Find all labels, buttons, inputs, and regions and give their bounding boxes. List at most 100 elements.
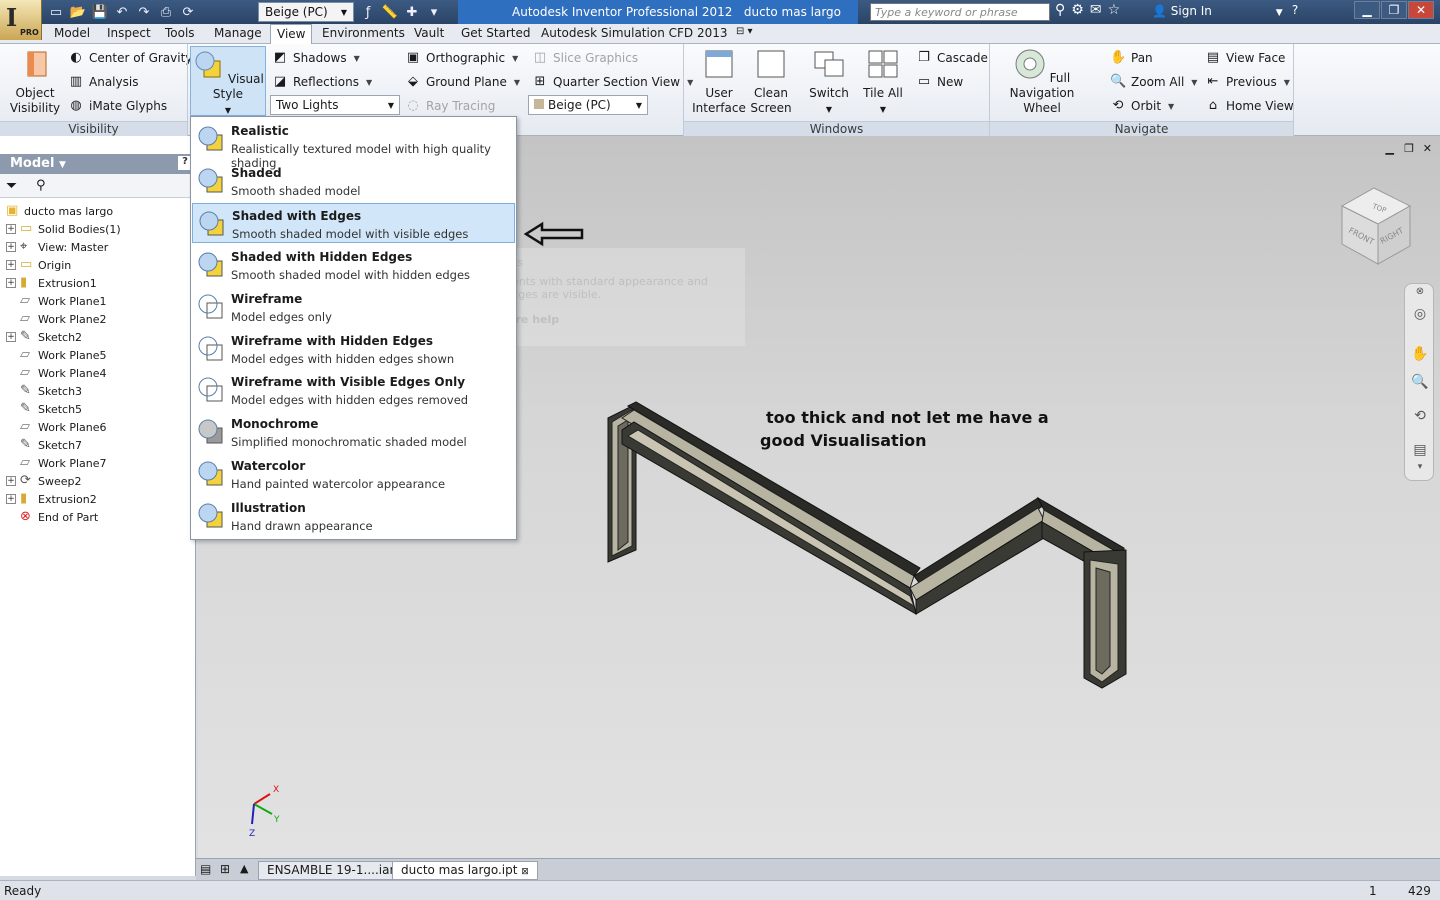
orbit-button[interactable]: ⟲ Orbit ▼ — [1110, 98, 1175, 114]
user-interface-button[interactable]: User Interface — [692, 48, 746, 116]
navbar-customize-icon[interactable]: ▾ — [1410, 462, 1430, 482]
tree-node[interactable]: + ▭ Solid Bodies(1) — [6, 220, 121, 238]
open-icon[interactable]: 📂 — [68, 3, 88, 21]
switch-button[interactable]: Switch ▼ — [806, 48, 852, 117]
tree-node[interactable]: + ▮ Extrusion2 — [6, 490, 97, 508]
ground-plane-button[interactable]: ⬙ Ground Plane ▼ — [405, 74, 520, 90]
cascade-button[interactable]: ❐ Cascade — [916, 50, 988, 66]
tree-node[interactable]: + ⟳ Sweep2 — [6, 472, 82, 490]
view-face-button[interactable]: ▤ View Face — [1205, 50, 1286, 66]
viewport-close-icon[interactable]: ✕ — [1423, 142, 1432, 155]
browser-header[interactable]: Model ▼ ? — [0, 154, 196, 174]
expand-icon[interactable]: + — [6, 278, 16, 288]
analysis-button[interactable]: ▥ Analysis — [68, 74, 139, 90]
visual-style-option[interactable]: Wireframe with Hidden Edges Model edges w… — [192, 329, 515, 369]
visual-style-button[interactable]: Visual Style ▼ — [190, 46, 266, 116]
expand-icon[interactable]: + — [6, 332, 16, 342]
customize-icon[interactable]: ▾ — [424, 3, 444, 21]
filter-icon[interactable]: ⏷ — [6, 178, 17, 194]
home-view-button[interactable]: ⌂ Home View — [1205, 98, 1294, 114]
lighting-style-select[interactable]: Two Lights ▼ — [270, 95, 400, 115]
tab-get-started[interactable]: Get Started — [461, 26, 531, 40]
visual-style-option[interactable]: Watercolor Hand painted watercolor appear… — [192, 454, 515, 494]
add-icon[interactable]: ✚ — [402, 3, 422, 21]
ray-tracing-button[interactable]: ◌ Ray Tracing — [405, 98, 495, 114]
pan-hand-icon[interactable]: ✋ — [1410, 346, 1430, 366]
visual-style-option[interactable]: Realistic Realistically textured model wi… — [192, 119, 515, 170]
tab-vault[interactable]: Vault — [414, 26, 444, 40]
measure-icon[interactable]: 📏 — [380, 3, 400, 21]
tab-environments[interactable]: Environments — [322, 26, 405, 40]
quarter-section-view-button[interactable]: ⊞ Quarter Section View ▼ — [532, 74, 694, 90]
binoculars-icon[interactable]: ⚲ — [36, 178, 46, 193]
tree-node[interactable]: + ⌖ View: Master — [6, 238, 108, 256]
viewport-minimize-icon[interactable]: ▁ — [1386, 142, 1394, 155]
save-icon[interactable]: 💾 — [90, 3, 110, 21]
expand-icon[interactable]: + — [6, 260, 16, 270]
visual-style-option[interactable]: Wireframe with Visible Edges Only Model e… — [192, 370, 515, 410]
clean-screen-button[interactable]: Clean Screen — [748, 48, 794, 116]
center-of-gravity-button[interactable]: ◐ Center of Gravity — [68, 50, 192, 66]
tab-inspect[interactable]: Inspect — [107, 26, 151, 40]
tree-node[interactable]: + ▭ Origin — [6, 256, 71, 274]
tab-view[interactable]: View — [270, 24, 313, 44]
tab-manage[interactable]: Manage — [214, 26, 262, 40]
restore-window-button[interactable]: ❐ — [1381, 1, 1407, 19]
tree-node[interactable]: ▱ Work Plane6 — [6, 418, 107, 436]
look-at-icon[interactable]: ▤ — [1410, 442, 1430, 462]
shadows-button[interactable]: ◩ Shadows ▼ — [272, 50, 360, 66]
tile-all-button[interactable]: Tile All ▼ — [860, 48, 906, 117]
orthographic-button[interactable]: ▣ Orthographic ▼ — [405, 50, 518, 66]
expand-icon[interactable]: + — [6, 224, 16, 234]
binoculars-icon[interactable]: ⚲ — [1055, 2, 1065, 18]
pan-button[interactable]: ✋ Pan — [1110, 50, 1153, 66]
visual-style-option[interactable]: Illustration Hand drawn appearance — [192, 496, 515, 536]
tree-node[interactable]: ✎ Sketch3 — [6, 382, 82, 400]
redo-icon[interactable]: ↷ — [134, 3, 154, 21]
tree-node[interactable]: ▱ Work Plane4 — [6, 364, 107, 382]
undo-icon[interactable]: ↶ — [112, 3, 132, 21]
tree-node[interactable]: ⊗ End of Part — [6, 508, 98, 526]
close-window-button[interactable]: ✕ — [1408, 1, 1434, 19]
reflections-button[interactable]: ◪ Reflections ▼ — [272, 74, 372, 90]
zoom-all-button[interactable]: 🔍 Zoom All ▼ — [1110, 74, 1197, 90]
orbit-icon[interactable]: ⟲ — [1410, 408, 1430, 428]
tree-node[interactable]: ▱ Work Plane1 — [6, 292, 107, 310]
visual-style-option[interactable]: Wireframe Model edges only — [192, 287, 515, 327]
steering-wheel-icon[interactable]: ◎ — [1410, 306, 1430, 326]
zoom-icon[interactable]: 🔍 — [1410, 374, 1430, 394]
full-navigation-wheel-button[interactable]: Full Navigation Wheel — [996, 48, 1088, 116]
tree-node[interactable]: ▱ Work Plane7 — [6, 454, 107, 472]
application-menu-button[interactable]: I PRO — [0, 0, 42, 40]
ribbon-minimize-icon[interactable]: ⊟ ▾ — [736, 26, 753, 37]
object-visibility-button[interactable]: Object Visibility — [8, 48, 62, 116]
expand-icon[interactable]: + — [6, 242, 16, 252]
update-icon[interactable]: ⟳ — [178, 3, 198, 21]
subscription-icon[interactable]: ⚙ — [1071, 2, 1084, 18]
print-icon[interactable]: ⎙ — [156, 3, 176, 21]
tree-node[interactable]: ▣ ducto mas largo — [6, 202, 113, 220]
expand-icon[interactable]: + — [6, 494, 16, 504]
visual-style-option[interactable]: Shaded with Edges Smooth shaded model wit… — [192, 203, 515, 243]
sign-in-button[interactable]: 👤 Sign In ▼ — [1152, 4, 1283, 18]
tree-node[interactable]: ▱ Work Plane2 — [6, 310, 107, 328]
viewcube[interactable]: TOP FRONT RIGHT — [1336, 184, 1416, 268]
tab-tools[interactable]: Tools — [165, 26, 195, 40]
communication-icon[interactable]: ✉ — [1090, 2, 1102, 18]
visual-style-option[interactable]: Shaded with Hidden Edges Smooth shaded mo… — [192, 245, 515, 285]
tree-node[interactable]: + ✎ Sketch2 — [6, 328, 82, 346]
help-search-input[interactable]: Type a keyword or phrase — [870, 3, 1050, 21]
tile-vertical-icon[interactable]: ⊞ — [220, 862, 230, 876]
function-icon[interactable]: ƒ — [358, 3, 378, 21]
viewport-restore-icon[interactable]: ❐ — [1404, 142, 1414, 155]
imate-glyphs-button[interactable]: ◍ iMate Glyphs — [68, 98, 167, 114]
tab-menu-icon[interactable]: ▲ — [240, 862, 248, 875]
doc-tab-ensamble[interactable]: ENSAMBLE 19-1....iam — [258, 861, 411, 880]
tree-node[interactable]: ✎ Sketch5 — [6, 400, 82, 418]
visual-style-option[interactable]: Monochrome Simplified monochromatic shade… — [192, 412, 515, 452]
expand-icon[interactable]: + — [6, 476, 16, 486]
help-icon[interactable]: ? — [1282, 1, 1308, 19]
tree-node[interactable]: ✎ Sketch7 — [6, 436, 82, 454]
previous-view-button[interactable]: ⇤ Previous ▼ — [1205, 74, 1290, 90]
favorites-icon[interactable]: ☆ — [1108, 2, 1121, 18]
